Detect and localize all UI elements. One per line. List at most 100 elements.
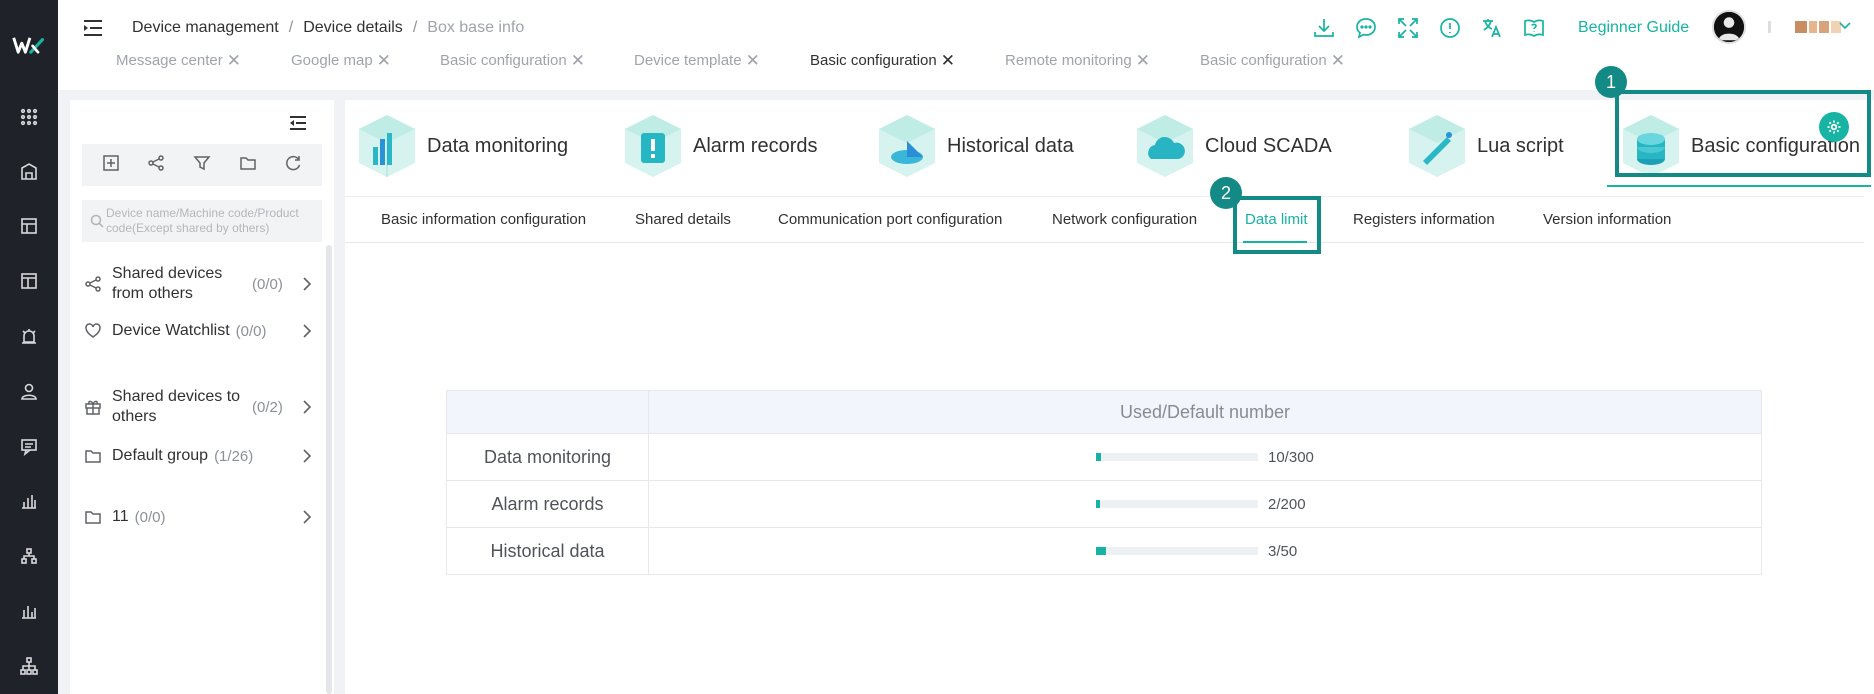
device-search-box[interactable] bbox=[82, 200, 322, 242]
breadcrumb-device-management[interactable]: Device management bbox=[132, 19, 279, 37]
share-icon[interactable] bbox=[147, 154, 165, 177]
chevron-right-icon[interactable] bbox=[300, 275, 314, 293]
usage-progress-bar bbox=[1096, 547, 1258, 555]
usage-text: 10/300 bbox=[1268, 448, 1314, 466]
close-icon[interactable]: ✕ bbox=[1331, 52, 1345, 69]
info-icon[interactable] bbox=[1436, 14, 1464, 42]
building-icon[interactable] bbox=[18, 160, 40, 182]
layout-icon[interactable] bbox=[18, 270, 40, 292]
translate-icon[interactable] bbox=[1478, 14, 1506, 42]
panel-scrollbar[interactable] bbox=[326, 245, 332, 694]
page-tab-label: Google map bbox=[291, 52, 373, 69]
usage-progress-bar bbox=[1096, 500, 1258, 508]
table-row: Historical data 3/50 bbox=[446, 527, 1762, 575]
highlight-frame-data-limit bbox=[1233, 196, 1321, 254]
chevron-right-icon[interactable] bbox=[300, 447, 314, 465]
fullscreen-icon[interactable] bbox=[1394, 14, 1422, 42]
beginner-guide-link[interactable]: Beginner Guide bbox=[1578, 19, 1689, 37]
chevron-right-icon[interactable] bbox=[300, 508, 314, 526]
chat-icon[interactable] bbox=[1352, 14, 1380, 42]
org-chart-icon[interactable] bbox=[18, 655, 40, 677]
usage-progress-bar bbox=[1096, 453, 1258, 461]
group-name: Device Watchlist bbox=[112, 322, 230, 339]
page-tab-device-template[interactable]: Device template ✕ bbox=[634, 52, 760, 69]
bar-chart-2-icon[interactable] bbox=[18, 600, 40, 622]
close-icon[interactable]: ✕ bbox=[941, 52, 955, 69]
close-icon[interactable]: ✕ bbox=[377, 52, 391, 69]
app-logo-icon bbox=[0, 22, 58, 68]
user-icon[interactable] bbox=[18, 380, 40, 402]
refresh-icon[interactable] bbox=[284, 154, 302, 177]
share-icon bbox=[85, 276, 101, 292]
page-tab-label: Message center bbox=[116, 52, 223, 69]
table-row: Data monitoring 10/300 bbox=[446, 433, 1762, 481]
page-tab-label: Basic configuration bbox=[440, 52, 567, 69]
subtab-shared-details[interactable]: Shared details bbox=[635, 211, 731, 228]
usage-progress-fill bbox=[1096, 500, 1101, 508]
subtab-network-configuration[interactable]: Network configuration bbox=[1052, 211, 1197, 228]
user-name-blurred[interactable] bbox=[1768, 20, 1848, 34]
device-search-input[interactable] bbox=[110, 214, 316, 228]
menu-toggle-icon[interactable] bbox=[82, 18, 104, 38]
module-label: Data monitoring bbox=[427, 134, 569, 157]
usage-bar-group: 2/200 bbox=[1096, 496, 1314, 513]
page-tab-basic-configuration-2[interactable]: Basic configuration ✕ bbox=[1200, 52, 1345, 69]
network-tree-icon[interactable] bbox=[18, 545, 40, 567]
folder-icon[interactable] bbox=[239, 154, 257, 177]
user-chevron-down-icon[interactable] bbox=[1838, 18, 1852, 34]
sub-tabs: Basic information configuration Shared d… bbox=[345, 196, 1864, 242]
page-tab-google-map[interactable]: Google map ✕ bbox=[291, 52, 391, 69]
module-data-monitoring[interactable]: Data monitoring bbox=[355, 108, 568, 184]
close-icon[interactable]: ✕ bbox=[571, 52, 585, 69]
usage-text: 3/50 bbox=[1268, 542, 1298, 560]
group-default[interactable]: Default group (1/26) bbox=[84, 446, 314, 466]
module-cloud-scada[interactable]: Cloud SCADA bbox=[1133, 108, 1332, 184]
page-tab-basic-configuration-active[interactable]: Basic configuration ✕ bbox=[810, 52, 955, 69]
module-alarm-records[interactable]: Alarm records bbox=[621, 108, 817, 184]
close-icon[interactable]: ✕ bbox=[227, 52, 241, 69]
chevron-right-icon[interactable] bbox=[300, 398, 314, 416]
alarm-icon[interactable] bbox=[18, 325, 40, 347]
close-icon[interactable]: ✕ bbox=[746, 52, 760, 69]
module-lua-script[interactable]: Lua script bbox=[1405, 108, 1564, 184]
close-icon[interactable]: ✕ bbox=[1136, 52, 1150, 69]
subtab-communication-port-configuration[interactable]: Communication port configuration bbox=[778, 211, 1002, 228]
chevron-right-icon[interactable] bbox=[300, 322, 314, 340]
subtab-divider bbox=[345, 242, 1864, 243]
subtab-basic-information-configuration[interactable]: Basic information configuration bbox=[381, 211, 586, 228]
grid-apps-icon[interactable] bbox=[18, 106, 40, 128]
filter-icon[interactable] bbox=[193, 154, 211, 177]
page-tab-label: Basic configuration bbox=[810, 52, 937, 69]
message-icon[interactable] bbox=[18, 435, 40, 457]
page-tab-message-center[interactable]: Message center ✕ bbox=[116, 52, 241, 69]
usage-text: 2/200 bbox=[1268, 495, 1306, 513]
breadcrumb-current: Box base info bbox=[427, 19, 525, 36]
module-historical-data[interactable]: Historical data bbox=[875, 108, 1074, 184]
group-shared-from-others[interactable]: Shared devices from others (0/0) bbox=[84, 264, 314, 304]
group-shared-to-others[interactable]: Shared devices to others (0/2) bbox=[84, 387, 314, 427]
collapse-panel-icon[interactable] bbox=[288, 114, 308, 132]
gear-icon[interactable] bbox=[1819, 112, 1849, 142]
group-name: 11 bbox=[112, 508, 129, 525]
dashboard-icon[interactable] bbox=[18, 215, 40, 237]
breadcrumb-separator: / bbox=[288, 19, 294, 36]
historical-data-cube-icon bbox=[879, 115, 935, 177]
cloud-scada-cube-icon bbox=[1137, 115, 1193, 177]
breadcrumb-device-details[interactable]: Device details bbox=[303, 19, 403, 37]
bar-chart-icon[interactable] bbox=[18, 490, 40, 512]
row-label: Data monitoring bbox=[446, 433, 649, 481]
help-book-icon[interactable] bbox=[1520, 14, 1548, 42]
add-box-icon[interactable] bbox=[102, 154, 120, 177]
download-icon[interactable] bbox=[1310, 14, 1338, 42]
row-value: 10/300 bbox=[648, 433, 1762, 481]
group-11[interactable]: 11 (0/0) bbox=[84, 507, 314, 527]
avatar[interactable] bbox=[1712, 10, 1746, 44]
page-tab-basic-configuration[interactable]: Basic configuration ✕ bbox=[440, 52, 585, 69]
table-header-used-default: Used/Default number bbox=[648, 390, 1762, 434]
usage-progress-fill bbox=[1096, 453, 1102, 461]
lua-script-cube-icon bbox=[1409, 115, 1465, 177]
group-device-watchlist[interactable]: Device Watchlist (0/0) bbox=[84, 321, 314, 341]
page-tab-remote-monitoring[interactable]: Remote monitoring ✕ bbox=[1005, 52, 1150, 69]
subtab-registers-information[interactable]: Registers information bbox=[1353, 211, 1495, 228]
subtab-version-information[interactable]: Version information bbox=[1543, 211, 1671, 228]
